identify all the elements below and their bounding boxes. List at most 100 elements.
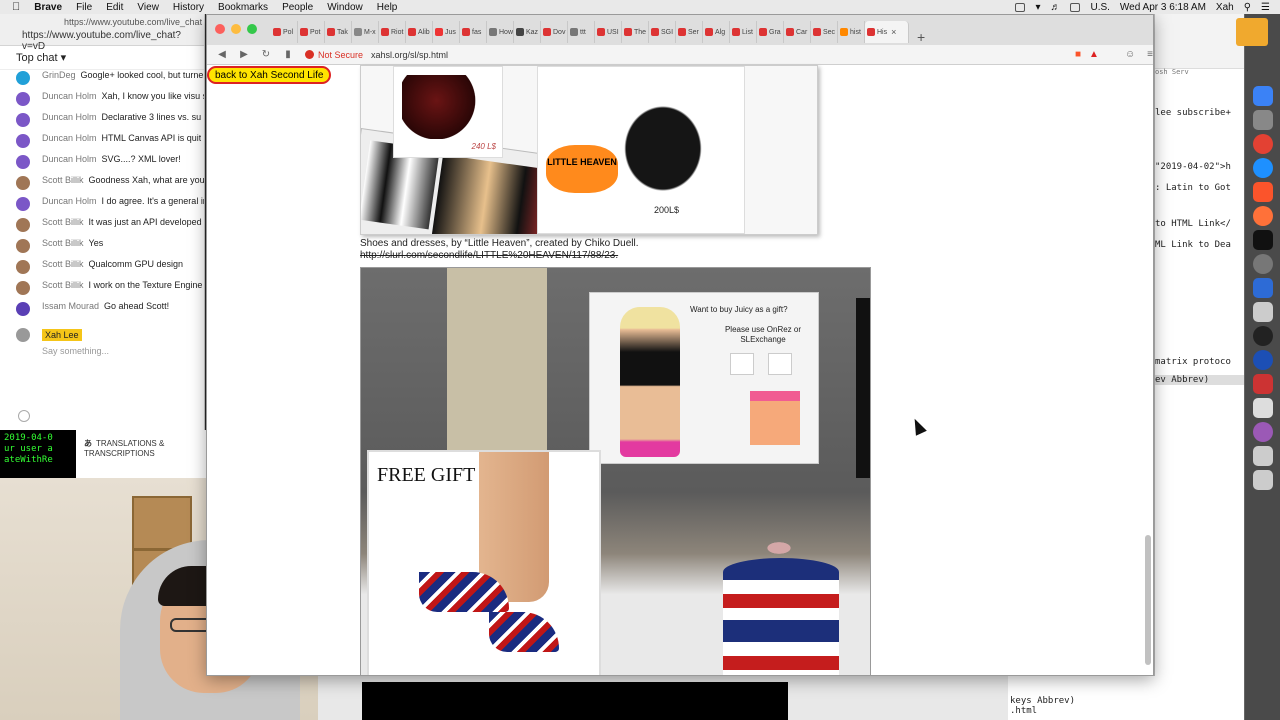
trash-icon[interactable] (1252, 470, 1273, 490)
slurl-link[interactable]: http://slurl.com/secondlife/LITTLE%20HEA… (360, 250, 638, 262)
zoom-window-button[interactable] (247, 24, 257, 34)
app-icon[interactable] (1252, 350, 1273, 370)
menu-view[interactable]: View (137, 2, 159, 13)
back-icon[interactable]: ◀ (217, 49, 227, 60)
chrome-icon[interactable] (1252, 134, 1273, 154)
menu-people[interactable]: People (282, 2, 313, 13)
brave-rewards-icon[interactable]: ▲ (1089, 49, 1099, 60)
menu-bookmarks[interactable]: Bookmarks (218, 2, 268, 13)
tab-gra[interactable]: Gra (757, 21, 784, 43)
menu-app[interactable]: Brave (34, 2, 62, 13)
menu-file[interactable]: File (76, 2, 92, 13)
battery-icon[interactable] (1070, 2, 1081, 12)
chat-author[interactable]: Scott Billik (42, 175, 84, 185)
avatar[interactable] (16, 113, 30, 127)
tab-alg[interactable]: Alg (703, 21, 730, 43)
new-tab-button[interactable]: + (917, 29, 925, 45)
profile-icon[interactable]: ☺ (1125, 49, 1135, 60)
clock[interactable]: Wed Apr 3 6:18 AM (1120, 2, 1206, 13)
tab-the[interactable]: The (622, 21, 649, 43)
tab-sec[interactable]: Sec (811, 21, 838, 43)
app-icon[interactable] (1252, 302, 1273, 322)
launchpad-icon[interactable] (1252, 110, 1273, 130)
avatar[interactable] (16, 239, 30, 253)
avatar[interactable] (16, 197, 30, 211)
chat-input[interactable]: Say something... (0, 342, 204, 356)
user-name[interactable]: Xah (1216, 2, 1234, 13)
tab-jus[interactable]: Jus (433, 21, 460, 43)
tab-usi[interactable]: USI (595, 21, 622, 43)
forward-icon[interactable]: ▶ (239, 49, 249, 60)
menu-history[interactable]: History (173, 2, 204, 13)
app-icon[interactable] (1252, 446, 1273, 466)
brave-shields-icon[interactable]: ■ (1075, 49, 1081, 60)
notification-icon[interactable]: ☰ (1261, 2, 1270, 13)
tab-how[interactable]: How (487, 21, 514, 43)
avatar[interactable] (16, 134, 30, 148)
system-preferences-icon[interactable] (1252, 254, 1273, 274)
scrollbar[interactable] (1145, 535, 1151, 665)
tab-list[interactable]: List (730, 21, 757, 43)
tab-hist[interactable]: hist (838, 21, 865, 43)
tab-car[interactable]: Car (784, 21, 811, 43)
address-bar[interactable]: Not Secure xahsl.org/sl/sp.html (305, 47, 1023, 63)
close-tab-icon[interactable]: × (891, 27, 896, 37)
avatar[interactable] (16, 260, 30, 274)
tab-dov[interactable]: Dov (541, 21, 568, 43)
tab-m-x[interactable]: M-x (352, 21, 379, 43)
chat-author[interactable]: Issam Mourad (42, 301, 99, 311)
menu-icon[interactable]: ≡ (1147, 49, 1153, 60)
avatar[interactable] (16, 155, 30, 169)
tab-riot[interactable]: Riot (379, 21, 406, 43)
chat-author[interactable]: Duncan Holm (42, 112, 97, 122)
menu-help[interactable]: Help (377, 2, 398, 13)
input-locale[interactable]: U.S. (1090, 2, 1109, 13)
security-indicator[interactable]: Not Secure (305, 50, 363, 60)
tab-ser[interactable]: Ser (676, 21, 703, 43)
screen-icon[interactable] (1015, 2, 1026, 12)
tab-tak[interactable]: Tak (325, 21, 352, 43)
tab-pol[interactable]: Pol (271, 21, 298, 43)
emacs-icon[interactable] (1252, 422, 1273, 442)
terminal-icon[interactable] (1252, 230, 1273, 250)
activity-icon[interactable] (1252, 278, 1273, 298)
emoji-icon[interactable] (18, 410, 30, 422)
close-window-button[interactable] (215, 24, 225, 34)
avatar[interactable] (16, 218, 30, 232)
chat-url-bar[interactable]: https://www.youtube.com/live_chat https:… (0, 14, 204, 52)
minimize-window-button[interactable] (231, 24, 241, 34)
obs-icon[interactable] (1252, 326, 1273, 346)
folder-icon[interactable] (1236, 18, 1268, 46)
tab-his[interactable]: His × (865, 21, 909, 43)
volume-icon[interactable]: ♬ (1050, 2, 1060, 13)
chat-author[interactable]: Scott Billik (42, 259, 84, 269)
firefox-icon[interactable] (1252, 206, 1273, 226)
wifi-icon[interactable]: ▾ (1035, 2, 1040, 13)
chat-author[interactable]: Duncan Holm (42, 196, 97, 206)
finder-icon[interactable] (1252, 86, 1273, 106)
brave-icon[interactable] (1252, 182, 1273, 202)
spotlight-icon[interactable]: ⚲ (1244, 2, 1251, 13)
avatar[interactable] (16, 281, 30, 295)
avatar[interactable] (16, 302, 30, 316)
chat-author[interactable]: Duncan Holm (42, 154, 97, 164)
terminal-window[interactable]: 2019-04-0 ur user a ateWithRe (0, 430, 76, 478)
chat-author[interactable]: Scott Billik (42, 217, 84, 227)
tab-pot[interactable]: Pot (298, 21, 325, 43)
back-to-xah-second-life-link[interactable]: back to Xah Second Life (207, 66, 332, 84)
tab-ttt[interactable]: ttt (568, 21, 595, 43)
chat-author[interactable]: Scott Billik (42, 280, 84, 290)
tab-fas[interactable]: fas (460, 21, 487, 43)
safari-icon[interactable] (1252, 158, 1273, 178)
app-icon[interactable] (1252, 398, 1273, 418)
menu-edit[interactable]: Edit (106, 2, 123, 13)
tab-alib[interactable]: Alib (406, 21, 433, 43)
chat-author[interactable]: Scott Billik (42, 238, 84, 248)
avatar[interactable] (16, 71, 30, 85)
app-icon[interactable] (1252, 374, 1273, 394)
avatar[interactable] (16, 176, 30, 190)
chat-author[interactable]: GrinDeg (42, 70, 76, 80)
translations-menu-item[interactable]: あ TRANSLATIONS & TRANSCRIPTIONS (76, 430, 206, 478)
tab-kaz[interactable]: Kaz (514, 21, 541, 43)
bookmark-icon[interactable]: ▮ (283, 49, 293, 60)
